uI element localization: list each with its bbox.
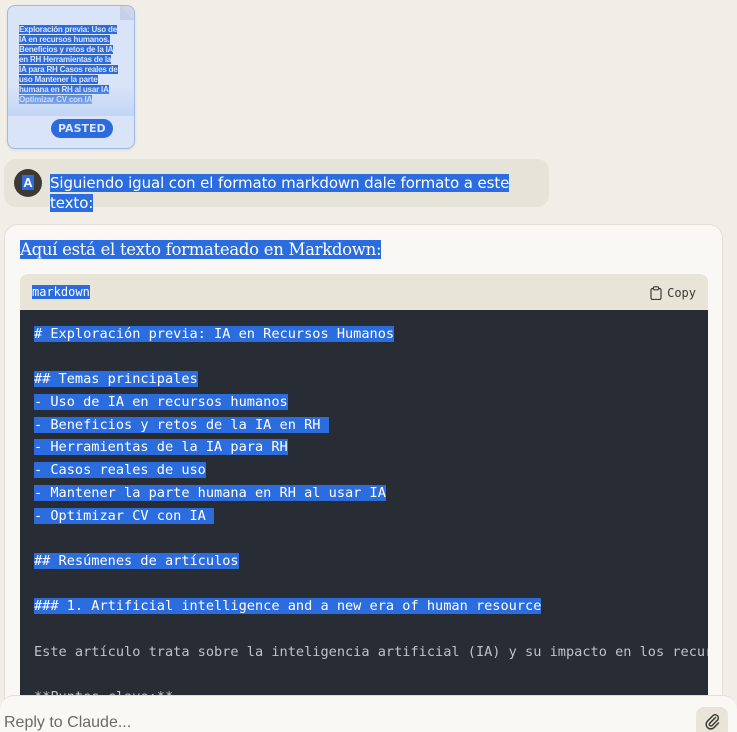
user-message: A Siguiendo igual con el formato markdow…: [4, 159, 549, 212]
code-line: - Herramientas de la IA para RH: [34, 436, 708, 459]
assistant-intro-text: Aquí está el texto formateado en Markdow…: [20, 240, 382, 259]
code-line: - Uso de IA en recursos humanos: [34, 391, 708, 414]
pasted-preview-line: Beneficios y retos de la IA: [19, 45, 125, 55]
attach-button[interactable]: [696, 707, 728, 732]
pasted-preview-line: uso Mantener la parte: [19, 75, 125, 85]
code-line: - Casos reales de uso: [34, 459, 708, 482]
code-line-text: # Exploración previa: IA en Recursos Hum…: [34, 326, 395, 342]
pasted-badge: PASTED: [51, 119, 113, 138]
pasted-preview-line-text: IA en recursos humanos.: [19, 35, 110, 44]
pasted-preview-line: IA para RH Casos reales de: [19, 65, 125, 75]
copy-label: Copy: [667, 286, 696, 300]
code-line: # Exploración previa: IA en Recursos Hum…: [34, 323, 708, 346]
code-line: - Beneficios y retos de la IA en RH: [34, 414, 708, 437]
code-language-label: markdown: [32, 285, 90, 300]
page-fold: [120, 6, 134, 20]
user-message-text: Siguiendo igual con el formato markdown …: [50, 173, 549, 213]
pasted-preview-line: Exploración previa: Uso de: [19, 25, 125, 35]
assistant-message: Aquí está el texto formateado en Markdow…: [4, 224, 723, 732]
pasted-preview-line: en RH Herramientas de la: [19, 55, 125, 65]
code-line-text: - Uso de IA en recursos humanos: [34, 394, 288, 411]
code-line: ## Resúmenes de artículos: [34, 550, 708, 573]
pasted-preview-line: IA en recursos humanos.: [19, 35, 125, 45]
preview-fade: [8, 86, 134, 116]
code-line-text: - Casos reales de uso: [34, 462, 206, 479]
pasted-preview-line-text: IA para RH Casos reales de: [19, 65, 118, 74]
user-message-text-span: Siguiendo igual con el formato markdown …: [50, 174, 510, 212]
code-line-text: - Beneficios y retos de la IA en RH: [34, 416, 329, 433]
code-line: ### 1. Artificial intelligence and a new…: [34, 595, 708, 618]
code-line-text: - Herramientas de la IA para RH: [34, 439, 288, 456]
reply-input[interactable]: [4, 712, 664, 732]
avatar-initial: A: [22, 175, 34, 190]
code-language-text: markdown: [32, 285, 90, 299]
code-line-text: ## Temas principales: [34, 371, 198, 388]
copy-button[interactable]: Copy: [650, 283, 696, 303]
user-avatar: A: [14, 169, 42, 197]
code-block-body[interactable]: # Exploración previa: IA en Recursos Hum…: [20, 310, 708, 710]
code-line: Este artículo trata sobre la inteligenci…: [34, 641, 708, 664]
code-line: - Mantener la parte humana en RH al usar…: [34, 482, 708, 505]
code-line-text: - Mantener la parte humana en RH al usar…: [34, 484, 386, 501]
pasted-preview-line-text: en RH Herramientas de la: [19, 55, 112, 64]
code-line-text: ## Resúmenes de artículos: [34, 552, 239, 569]
code-lines: # Exploración previa: IA en Recursos Hum…: [34, 323, 708, 709]
code-line-text: - Optimizar CV con IA: [34, 507, 215, 524]
clipboard-icon: [650, 286, 662, 301]
code-line-text: ### 1. Artificial intelligence and a new…: [34, 598, 542, 615]
code-line: - Optimizar CV con IA: [34, 505, 708, 528]
code-line: ## Temas principales: [34, 368, 708, 391]
pasted-preview-line-text: Beneficios y retos de la IA: [19, 45, 114, 54]
code-block-header: markdown Copy: [20, 274, 708, 312]
pasted-attachment-card[interactable]: Exploración previa: Uso de IA en recursos…: [7, 5, 135, 149]
paperclip-icon: [704, 712, 720, 732]
code-line-text: Este artículo trata sobre la inteligenci…: [34, 643, 708, 660]
pasted-preview-line-text: uso Mantener la parte: [19, 75, 98, 84]
reply-bar: [0, 695, 737, 732]
assistant-intro: Aquí está el texto formateado en Markdow…: [20, 239, 382, 261]
pasted-preview-line-text: Exploración previa: Uso de: [19, 25, 117, 34]
